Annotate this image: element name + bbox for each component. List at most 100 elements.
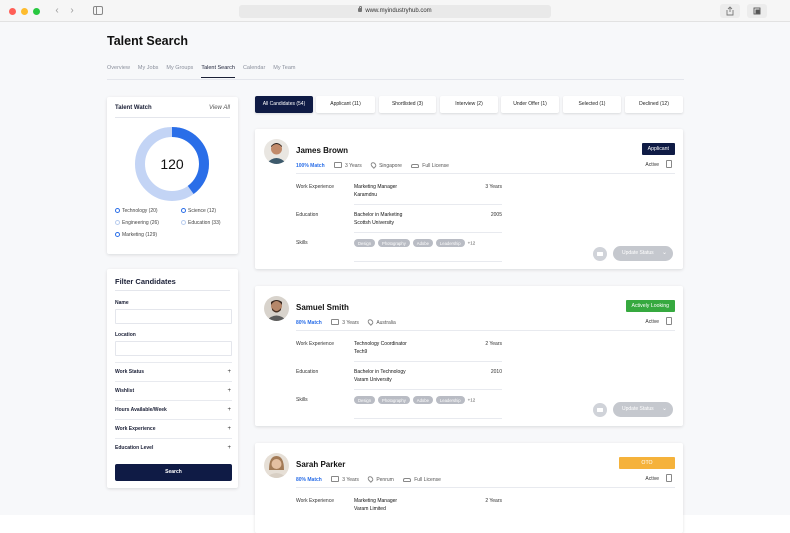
candidate-card[interactable]: Samuel Smith Actively Looking 80% Match … <box>255 286 683 426</box>
message-button[interactable] <box>593 247 607 261</box>
talent-donut-chart: 120 <box>135 127 209 201</box>
candidate-name[interactable]: Sarah Parker <box>296 460 345 469</box>
tabs-overview-button[interactable] <box>747 4 767 18</box>
candidate-card[interactable]: James Brown Applicant 100% Match 3 Years… <box>255 129 683 269</box>
location-label: Location <box>115 332 136 338</box>
filter-wishlist[interactable]: Wishlist + <box>115 381 232 400</box>
minimize-window-icon[interactable] <box>21 8 28 15</box>
search-button[interactable]: Search <box>115 464 232 481</box>
legend-item[interactable]: Marketing (129) <box>115 232 157 238</box>
bookmark-icon[interactable] <box>666 160 672 168</box>
more-skills[interactable]: +12 <box>468 241 476 246</box>
browser-toolbar: ‹ › www.myindustryhub.com <box>0 0 790 22</box>
candidate-card[interactable]: Sarah Parker OTO 80% Match 3 Years Penru… <box>255 443 683 533</box>
expand-plus-icon: + <box>227 445 231 451</box>
education-degree: Bachelor in Technology Varam University <box>354 369 406 383</box>
tab-my-groups[interactable]: My Groups <box>166 65 193 78</box>
divider <box>115 117 230 118</box>
status-tab-under-offer[interactable]: Under Offer (1) <box>501 96 559 113</box>
forward-arrow-icon[interactable]: › <box>66 5 78 17</box>
share-icon <box>726 6 734 16</box>
filter-hours-available[interactable]: Hours Available/Week + <box>115 400 232 419</box>
education-degree: Bachelor in Marketing Scottsh University <box>354 212 403 226</box>
candidate-meta: 80% Match 3 Years Australia <box>296 318 396 326</box>
legend-ring-icon <box>115 208 120 213</box>
availability-label: Active <box>645 162 659 168</box>
talent-watch-title: Talent Watch <box>115 105 152 111</box>
tab-overview[interactable]: Overview <box>107 65 130 78</box>
location-input[interactable] <box>115 341 232 356</box>
briefcase-icon <box>334 162 343 168</box>
lock-icon <box>358 5 363 12</box>
status-tab-shortlisted[interactable]: Shortlisted (3) <box>379 96 436 113</box>
availability-label: Active <box>645 476 659 482</box>
divider <box>354 261 502 262</box>
match-score: 80% Match <box>296 477 322 483</box>
filter-work-status[interactable]: Work Status + <box>115 362 232 381</box>
message-button[interactable] <box>593 403 607 417</box>
name-input[interactable] <box>115 309 232 324</box>
skill-chip: Adobe <box>412 239 433 247</box>
candidate-name[interactable]: James Brown <box>296 146 348 155</box>
name-label: Name <box>115 300 129 306</box>
zoom-window-icon[interactable] <box>33 8 40 15</box>
status-badge: OTO <box>619 457 675 469</box>
tab-my-team[interactable]: My Team <box>273 65 295 78</box>
briefcase-icon <box>331 476 340 482</box>
skill-chip: Photography <box>378 239 410 247</box>
skill-chip: Photography <box>378 396 410 404</box>
filter-work-experience[interactable]: Work Experience + <box>115 419 232 438</box>
divider <box>354 389 502 390</box>
job-title: Technology Coordinator Tech9 <box>354 341 407 355</box>
update-status-button[interactable]: Update Status ⌄ <box>613 246 673 261</box>
candidate-name[interactable]: Samuel Smith <box>296 303 349 312</box>
legend-item[interactable]: Education (33) <box>181 220 221 226</box>
tab-my-jobs[interactable]: My Jobs <box>138 65 158 78</box>
candidate-photo <box>264 453 289 478</box>
legend-ring-icon <box>181 208 186 213</box>
view-all-link[interactable]: View All <box>209 105 230 111</box>
work-experience-label: Work Experience <box>296 498 334 504</box>
legend-item[interactable]: Science (12) <box>181 208 216 214</box>
address-bar[interactable]: www.myindustryhub.com <box>239 5 551 18</box>
job-duration: 2 Years <box>485 341 502 347</box>
skill-chip: Adobe <box>412 396 433 404</box>
tabs-divider <box>107 79 684 80</box>
legend-item[interactable]: Technology (20) <box>115 208 158 214</box>
location-pin-icon <box>366 318 375 326</box>
bookmark-icon[interactable] <box>666 317 672 325</box>
job-title: Marketing Manager Karamdnu <box>354 184 398 198</box>
page: Talent Search Overview My Jobs My Groups… <box>0 22 790 533</box>
divider <box>354 232 502 233</box>
divider <box>296 330 675 331</box>
education-label: Education <box>296 369 319 375</box>
tab-calendar[interactable]: Calendar <box>243 65 265 78</box>
skill-chip: Design <box>354 396 376 404</box>
candidate-meta: 100% Match 3 Years Singapore Full Licens… <box>296 161 449 169</box>
more-skills[interactable]: +12 <box>468 398 476 403</box>
divider <box>354 204 502 205</box>
sidebar-toggle-icon[interactable] <box>93 6 103 15</box>
status-tab-declined[interactable]: Declined (12) <box>625 96 683 113</box>
divider <box>354 418 502 419</box>
tab-talent-search[interactable]: Talent Search <box>201 65 235 78</box>
status-tab-all[interactable]: All Candidates (54) <box>255 96 313 113</box>
bookmark-icon[interactable] <box>666 474 672 482</box>
status-tab-interview[interactable]: Interview (2) <box>440 96 498 113</box>
update-status-button[interactable]: Update Status ⌄ <box>613 402 673 417</box>
briefcase-icon <box>331 319 340 325</box>
car-icon <box>403 478 412 482</box>
share-button[interactable] <box>720 4 740 18</box>
education-year: 2010 <box>490 369 502 375</box>
skills-label: Skills <box>296 397 308 403</box>
close-window-icon[interactable] <box>9 8 16 15</box>
legend-ring-icon <box>115 232 120 237</box>
back-arrow-icon[interactable]: ‹ <box>51 5 63 17</box>
skills-list: Design Photography Adobe Leadership +12 <box>354 396 475 404</box>
page-title: Talent Search <box>107 34 189 48</box>
status-tab-applicant[interactable]: Applicant (11) <box>316 96 375 113</box>
filter-education-level[interactable]: Education Level + <box>115 438 232 457</box>
legend-item[interactable]: Engineering (26) <box>115 220 159 226</box>
match-score: 80% Match <box>296 320 322 326</box>
status-tab-selected[interactable]: Selected (1) <box>563 96 621 113</box>
